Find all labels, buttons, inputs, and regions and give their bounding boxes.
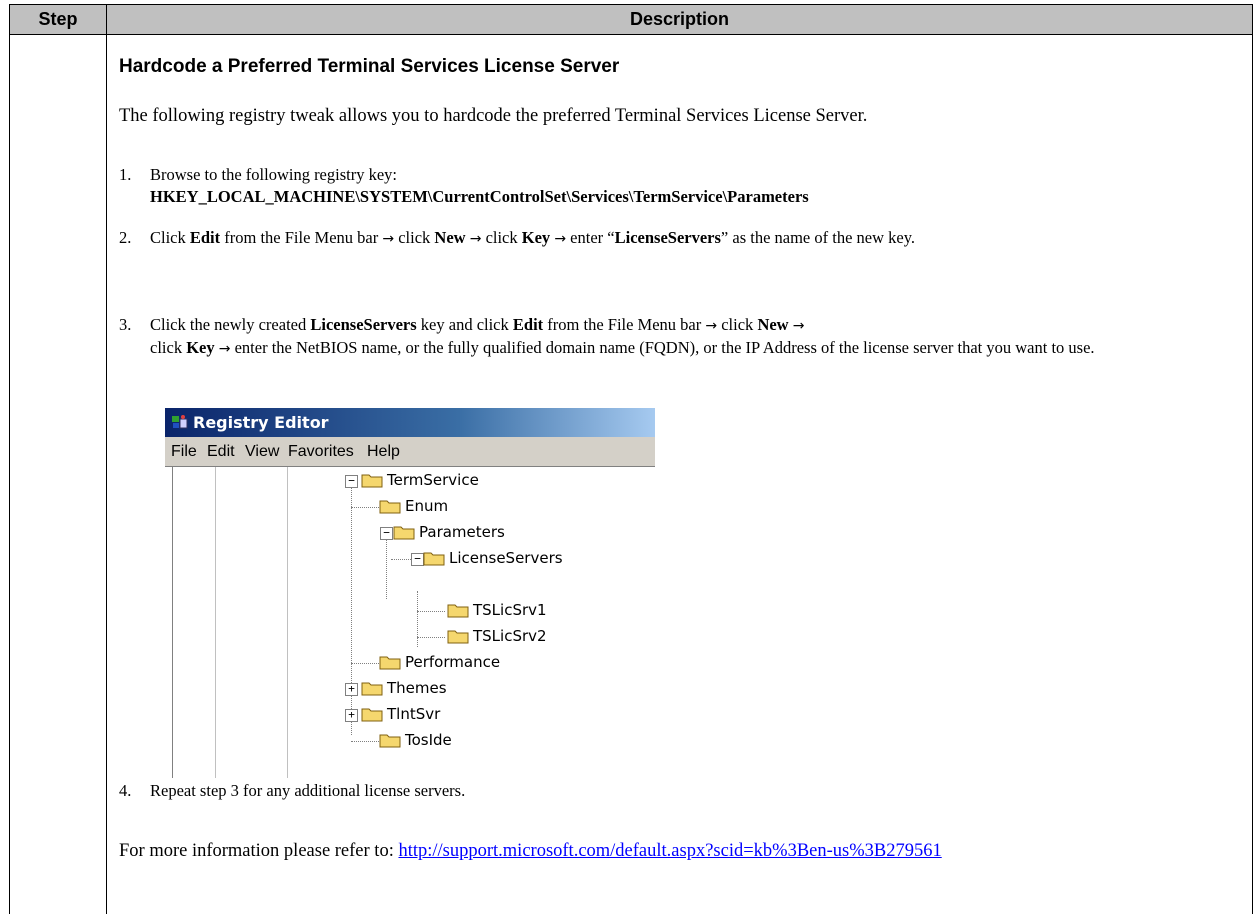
intro-paragraph: The following registry tweak allows you … [119,106,868,126]
more-info-paragraph: For more information please refer to: ht… [119,841,942,861]
step-column-header: Step [10,5,107,34]
step-text: Click Edit from the File Menu bar → clic… [150,228,916,247]
menu-bar: File Edit View Favorites Help [165,437,655,467]
registry-key-path: HKEY_LOCAL_MACHINE\SYSTEM\CurrentControl… [150,187,809,206]
arrow-icon: → [554,231,567,247]
tree-left-border [172,467,173,778]
menu-edit[interactable]: Edit [207,437,235,466]
expand-icon[interactable]: + [345,709,358,722]
registry-editor-titlebar: Registry Editor [165,408,655,437]
description-column-header: Description [629,9,730,29]
collapse-icon[interactable]: − [345,475,358,488]
step-number: 3. [119,315,132,334]
kb-article-link[interactable]: http://support.microsoft.com/default.asp… [398,841,941,861]
menu-view[interactable]: View [245,437,279,466]
folder-icon [423,552,445,566]
arrow-icon: → [469,231,482,247]
collapse-icon[interactable]: − [380,527,393,540]
tree-guide [287,467,288,778]
arrow-icon: → [382,231,395,247]
arrow-icon: → [218,341,231,357]
registry-editor-icon [172,415,188,429]
registry-editor-title: Registry Editor [193,413,329,432]
menu-favorites[interactable]: Favorites [288,437,354,466]
menu-file[interactable]: File [171,437,197,466]
arrow-icon: → [705,318,718,334]
menu-help[interactable]: Help [367,437,400,466]
folder-icon [379,500,401,514]
arrow-icon: → [792,318,805,334]
table-header-row: Step Description [10,4,1252,35]
column-divider [106,35,107,914]
folder-icon [447,604,469,618]
section-title: Hardcode a Preferred Terminal Services L… [119,56,620,77]
step-text: Click the newly created LicenseServers k… [150,315,1095,357]
step-text: Repeat step 3 for any additional license… [150,781,466,800]
folder-icon [361,474,383,488]
registry-tree: − − − + + TermService Enum Parameters Li… [165,467,655,778]
folder-icon [447,630,469,644]
step-number: 4. [119,781,132,800]
folder-icon [379,656,401,670]
folder-icon [393,526,415,540]
folder-icon [361,708,383,722]
folder-icon [379,734,401,748]
expand-icon[interactable]: + [345,683,358,696]
step-number: 1. [119,165,132,184]
registry-editor-screenshot: Registry Editor File Edit View Favorites… [165,408,655,778]
step-number: 2. [119,228,132,247]
tree-guide [215,467,216,778]
folder-icon [361,682,383,696]
step-text: Browse to the following registry key: [150,165,398,184]
